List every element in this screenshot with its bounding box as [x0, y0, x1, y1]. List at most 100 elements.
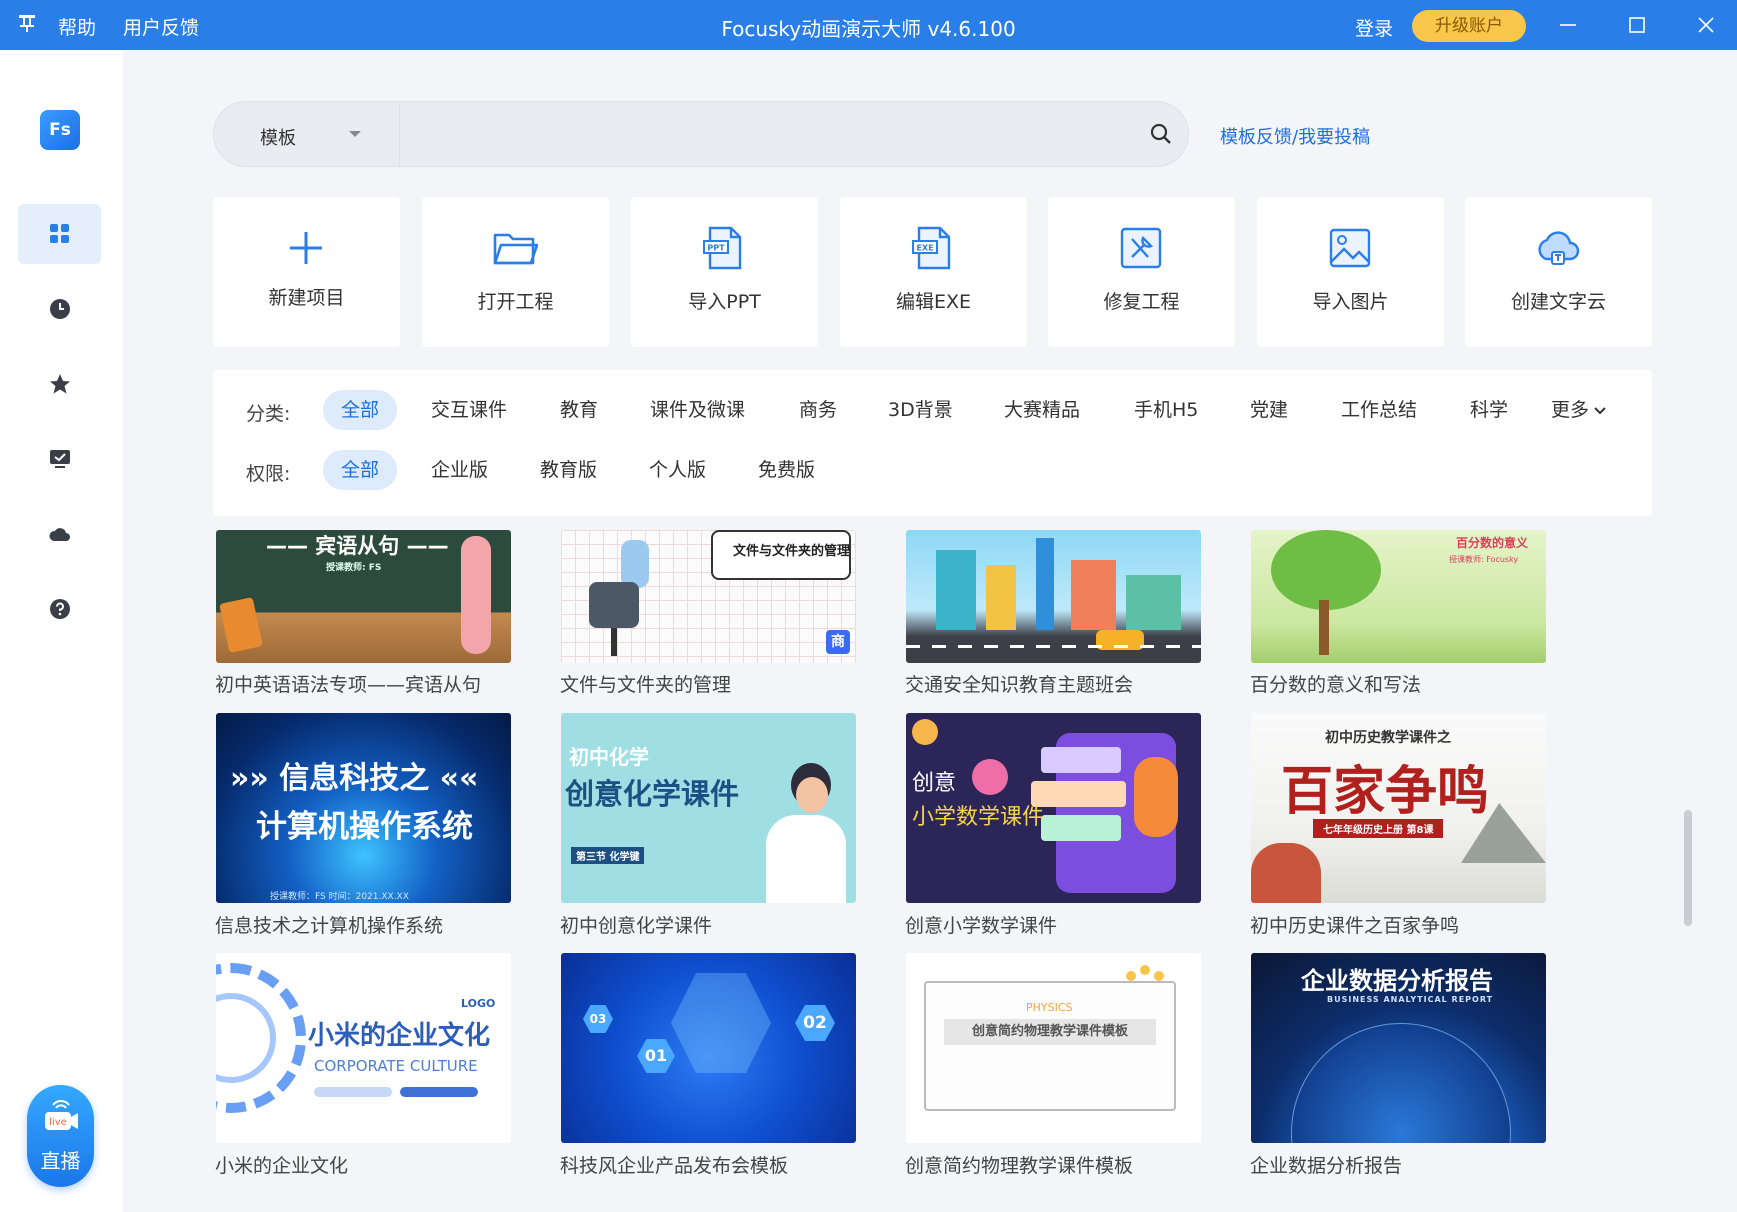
template-title[interactable]: 百分数的意义和写法 [1250, 670, 1421, 697]
live-stream-button[interactable]: live 直播 [27, 1085, 94, 1187]
permission-row: 权限: 全部 企业版 教育版 个人版 免费版 [213, 450, 1652, 490]
template-title[interactable]: 企业数据分析报告 [1250, 1151, 1402, 1178]
svg-text:EXE: EXE [916, 244, 933, 253]
folder-icon [493, 233, 538, 265]
category-chip[interactable]: 全部 [323, 390, 398, 430]
sidebar-item-cloud[interactable] [18, 504, 101, 564]
template-title[interactable]: 初中历史课件之百家争鸣 [1250, 911, 1459, 938]
template-thumbnail[interactable]: PHYSICS 创意简约物理教学课件模板 [906, 953, 1201, 1143]
action-label: 编辑EXE [895, 291, 972, 313]
search-bar: 模板 [213, 101, 1189, 167]
hex-graphic [671, 973, 771, 1073]
title-bar: 帮助 用户反馈 Focusky动画演示大师 v4.6.100 登录 升级账户 [0, 0, 1737, 50]
category-chip[interactable]: 工作总结 [1341, 390, 1417, 430]
svg-text:live: live [49, 1117, 67, 1128]
template-feedback-link[interactable]: 模板反馈/我要投稿 [1220, 123, 1370, 149]
template-title[interactable]: 创意小学数学课件 [905, 911, 1057, 938]
minimize-icon [1560, 24, 1576, 26]
search-input[interactable] [414, 114, 1094, 154]
thumb-subtitle: 百家争鸣 [1281, 762, 1490, 822]
category-chip[interactable]: 教育 [560, 390, 598, 430]
import-ppt-button[interactable]: PPT 导入PPT [631, 197, 818, 347]
live-camera-icon: live [45, 1100, 78, 1130]
more-categories-button[interactable]: 更多 [1551, 390, 1607, 430]
template-title[interactable]: 文件与文件夹的管理 [560, 670, 731, 697]
action-label: 导入PPT [688, 291, 761, 313]
repair-project-button[interactable]: 修复工程 [1048, 197, 1235, 347]
permission-chip[interactable]: 教育版 [540, 450, 597, 490]
minimize-button[interactable] [1552, 10, 1584, 40]
thumb-title: 小米的企业文化 [308, 1021, 491, 1051]
category-chip[interactable]: 交互课件 [431, 390, 507, 430]
template-thumbnail[interactable]: 文件与文件夹的管理 商 [561, 530, 856, 663]
permission-chip[interactable]: 企业版 [431, 450, 488, 490]
sage-figure [1251, 843, 1321, 903]
template-thumbnail[interactable] [906, 530, 1201, 663]
menu-feedback[interactable]: 用户反馈 [123, 13, 199, 40]
template-thumbnail[interactable]: 初中历史教学课件之 百家争鸣 七年年级历史上册 第8课 [1251, 713, 1546, 903]
template-title[interactable]: 创意简约物理教学课件模板 [905, 1151, 1133, 1178]
vertical-scrollbar[interactable] [1684, 810, 1692, 926]
import-image-button[interactable]: 导入图片 [1257, 197, 1444, 347]
planet [912, 719, 938, 745]
template-title[interactable]: 初中英语语法专项——宾语从句 [215, 670, 481, 697]
login-link[interactable]: 登录 [1355, 14, 1393, 41]
left-sidebar: Fs live 直播 [0, 50, 123, 1212]
grid-icon [50, 224, 69, 243]
category-chip[interactable]: 课件及微课 [650, 390, 745, 430]
category-chip[interactable]: 科学 [1470, 390, 1508, 430]
upgrade-account-button[interactable]: 升级账户 [1412, 10, 1526, 42]
thumb-subtitle: 创意化学课件 [565, 777, 740, 811]
action-label: 导入图片 [1312, 291, 1389, 313]
template-thumbnail[interactable]: LOGO 小米的企业文化 CORPORATE CULTURE [216, 953, 511, 1143]
category-chip[interactable]: 大赛精品 [1004, 390, 1080, 430]
city-building [1071, 560, 1116, 630]
app-logo: Fs [40, 110, 80, 150]
plus-icon [290, 232, 322, 264]
template-thumbnail[interactable]: 01 02 03 [561, 953, 856, 1143]
permission-chip[interactable]: 免费版 [758, 450, 815, 490]
menu-help[interactable]: 帮助 [58, 13, 96, 40]
thumb-subtitle: 创意简约物理教学课件模板 [944, 1019, 1156, 1045]
category-chip[interactable]: 党建 [1250, 390, 1288, 430]
permission-chip[interactable]: 全部 [323, 450, 398, 490]
edit-exe-button[interactable]: EXE 编辑EXE [840, 197, 1027, 347]
scientist-figure [756, 763, 846, 903]
sidebar-item-tasks[interactable] [18, 429, 101, 489]
city-building [936, 550, 976, 630]
thumb-logo: LOGO [461, 997, 496, 1010]
hex-number: 02 [795, 1005, 835, 1041]
permission-chip[interactable]: 个人版 [649, 450, 706, 490]
sidebar-item-help[interactable] [18, 579, 101, 639]
template-thumbnail[interactable]: »» 信息科技之 «« 计算机操作系统 授课教师：FS 时间：2021.XX.X… [216, 713, 511, 903]
sidebar-item-recent[interactable] [18, 279, 101, 339]
sidebar-item-favorites[interactable] [18, 354, 101, 414]
template-thumbnail[interactable]: 百分数的意义 授课教师: Focusky [1251, 530, 1546, 663]
letter-blocks [219, 597, 263, 653]
create-word-cloud-button[interactable]: 创建文字云 [1465, 197, 1652, 347]
category-chip[interactable]: 手机H5 [1134, 390, 1198, 430]
template-title[interactable]: 信息技术之计算机操作系统 [215, 911, 443, 938]
search-scope-dropdown[interactable]: 模板 [214, 102, 400, 166]
template-thumbnail[interactable]: 企业数据分析报告 BUSINESS ANALYTICAL REPORT [1251, 953, 1546, 1143]
pin-icon[interactable] [16, 12, 38, 34]
reading-figure [581, 540, 671, 660]
new-project-button[interactable]: 新建项目 [213, 197, 400, 347]
search-icon[interactable] [1149, 122, 1173, 146]
close-button[interactable] [1690, 10, 1722, 40]
open-project-button[interactable]: 打开工程 [422, 197, 609, 347]
template-title[interactable]: 小米的企业文化 [215, 1151, 348, 1178]
template-title[interactable]: 交通安全知识教育主题班会 [905, 670, 1133, 697]
template-title[interactable]: 科技风企业产品发布会模板 [560, 1151, 788, 1178]
sidebar-item-templates[interactable] [18, 204, 101, 264]
astronaut-figure [1134, 757, 1178, 837]
template-thumbnail[interactable]: 初中化学 创意化学课件 第三节 化学键 [561, 713, 856, 903]
maximize-button[interactable] [1621, 10, 1653, 40]
category-chip[interactable]: 3D背景 [888, 390, 953, 430]
template-thumbnail[interactable]: —— 宾语从句 —— 授课教师: FS [216, 530, 511, 663]
template-title[interactable]: 初中创意化学课件 [560, 911, 712, 938]
category-chip[interactable]: 商务 [799, 390, 837, 430]
repair-icon [1120, 227, 1162, 269]
action-label: 修复工程 [1103, 291, 1180, 313]
template-thumbnail[interactable]: 创意 小学数学课件 [906, 713, 1201, 903]
